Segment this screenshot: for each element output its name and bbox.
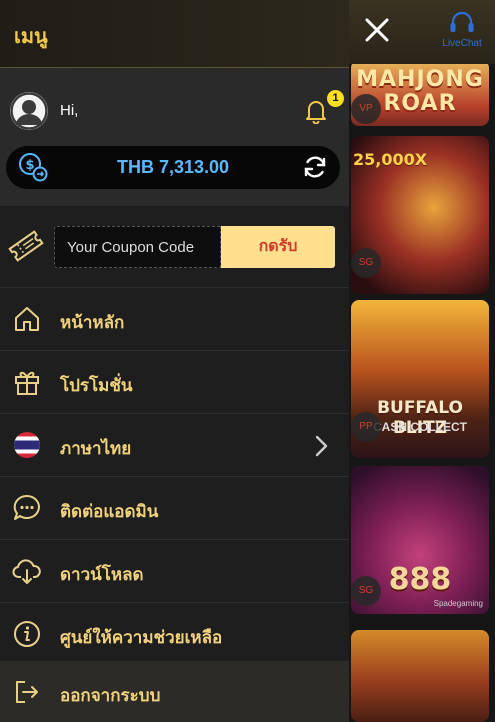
thai-flag-icon	[12, 430, 42, 460]
notification-count-badge: 1	[327, 90, 344, 107]
logout-icon	[12, 677, 42, 707]
info-icon	[12, 619, 42, 649]
user-avatar-icon	[10, 92, 48, 130]
menu-item-label: ภาษาไทย	[60, 439, 132, 459]
headset-icon	[450, 11, 474, 32]
game-provider-label: Spadegaming	[433, 599, 483, 608]
app-root: MAHJONG ROAR VP 25,000X SG BUFFALO BLITZ…	[0, 0, 495, 722]
greeting-text: Hi,	[60, 102, 79, 119]
game-tile[interactable]: BUFFALO BLITZ CASH COLLECT PP	[351, 300, 489, 458]
menu-item-help-center[interactable]: ศูนย์ให้ความช่วยเหลือ	[0, 603, 349, 666]
provider-badge: VP	[351, 94, 381, 124]
game-lobby-background: MAHJONG ROAR VP 25,000X SG BUFFALO BLITZ…	[349, 0, 495, 722]
chat-bubble-icon	[12, 493, 42, 523]
provider-badge: SG	[351, 576, 381, 606]
close-button[interactable]	[363, 14, 391, 46]
livechat-button[interactable]: LiveChat	[433, 10, 491, 56]
home-icon	[12, 304, 42, 334]
user-panel: Hi, 1 $ THB 7,313.00	[0, 68, 349, 206]
close-icon	[365, 18, 389, 42]
cloud-download-icon	[12, 556, 42, 586]
game-tile[interactable]: 25,000X SG	[351, 136, 489, 294]
livechat-label: LiveChat	[442, 38, 482, 49]
game-tile[interactable]: 888 Spadegaming SG	[351, 466, 489, 614]
refresh-icon	[304, 156, 326, 178]
coupon-section: กดรับ	[0, 206, 349, 288]
menu-item-contact-admin[interactable]: ติดต่อแอดมิน	[0, 477, 349, 540]
side-menu-drawer: เมนู Hi, 1 $ THB 7,313.00 Your Coupon Co…	[0, 0, 349, 722]
coupon-code-input[interactable]	[54, 226, 221, 268]
menu-item-label: ออกจากระบบ	[60, 686, 161, 706]
menu-item-logout[interactable]: ออกจากระบบ	[0, 661, 349, 722]
menu-item-label: โปรโมชั่น	[60, 376, 133, 396]
game-tile[interactable]	[351, 630, 489, 722]
game-tile[interactable]: MAHJONG ROAR VP	[351, 60, 489, 126]
gift-icon	[12, 367, 42, 397]
menu-item-promotions[interactable]: โปรโมชั่น	[0, 351, 349, 414]
top-bar-right: LiveChat	[349, 0, 495, 64]
balance-amount: THB 7,313.00	[116, 157, 230, 177]
menu-item-home[interactable]: หน้าหลัก	[0, 288, 349, 351]
menu-header: เมนู	[0, 0, 349, 68]
menu-item-label: ศูนย์ให้ความช่วยเหลือ	[60, 628, 223, 648]
chevron-right-icon	[312, 434, 330, 458]
notification-button[interactable]	[304, 98, 328, 125]
menu-item-label: หน้าหลัก	[60, 313, 125, 333]
avatar[interactable]	[10, 92, 48, 130]
menu-item-label: ติดต่อแอดมิน	[60, 502, 159, 522]
refresh-balance-button[interactable]	[302, 154, 328, 180]
redeem-coupon-button[interactable]: กดรับ	[221, 226, 335, 268]
bell-icon	[306, 101, 326, 125]
ticket-icon	[8, 228, 44, 264]
menu-item-label: ดาวน์โหลด	[60, 565, 144, 585]
provider-badge: SG	[351, 248, 381, 278]
provider-badge: PP	[351, 412, 381, 442]
game-title: 25,000X	[353, 150, 428, 169]
balance-bar: $ THB 7,313.00	[6, 146, 340, 189]
menu-item-download[interactable]: ดาวน์โหลด	[0, 540, 349, 603]
menu-title: เมนู	[14, 26, 48, 48]
menu-item-language[interactable]: ภาษาไทย	[0, 414, 349, 477]
